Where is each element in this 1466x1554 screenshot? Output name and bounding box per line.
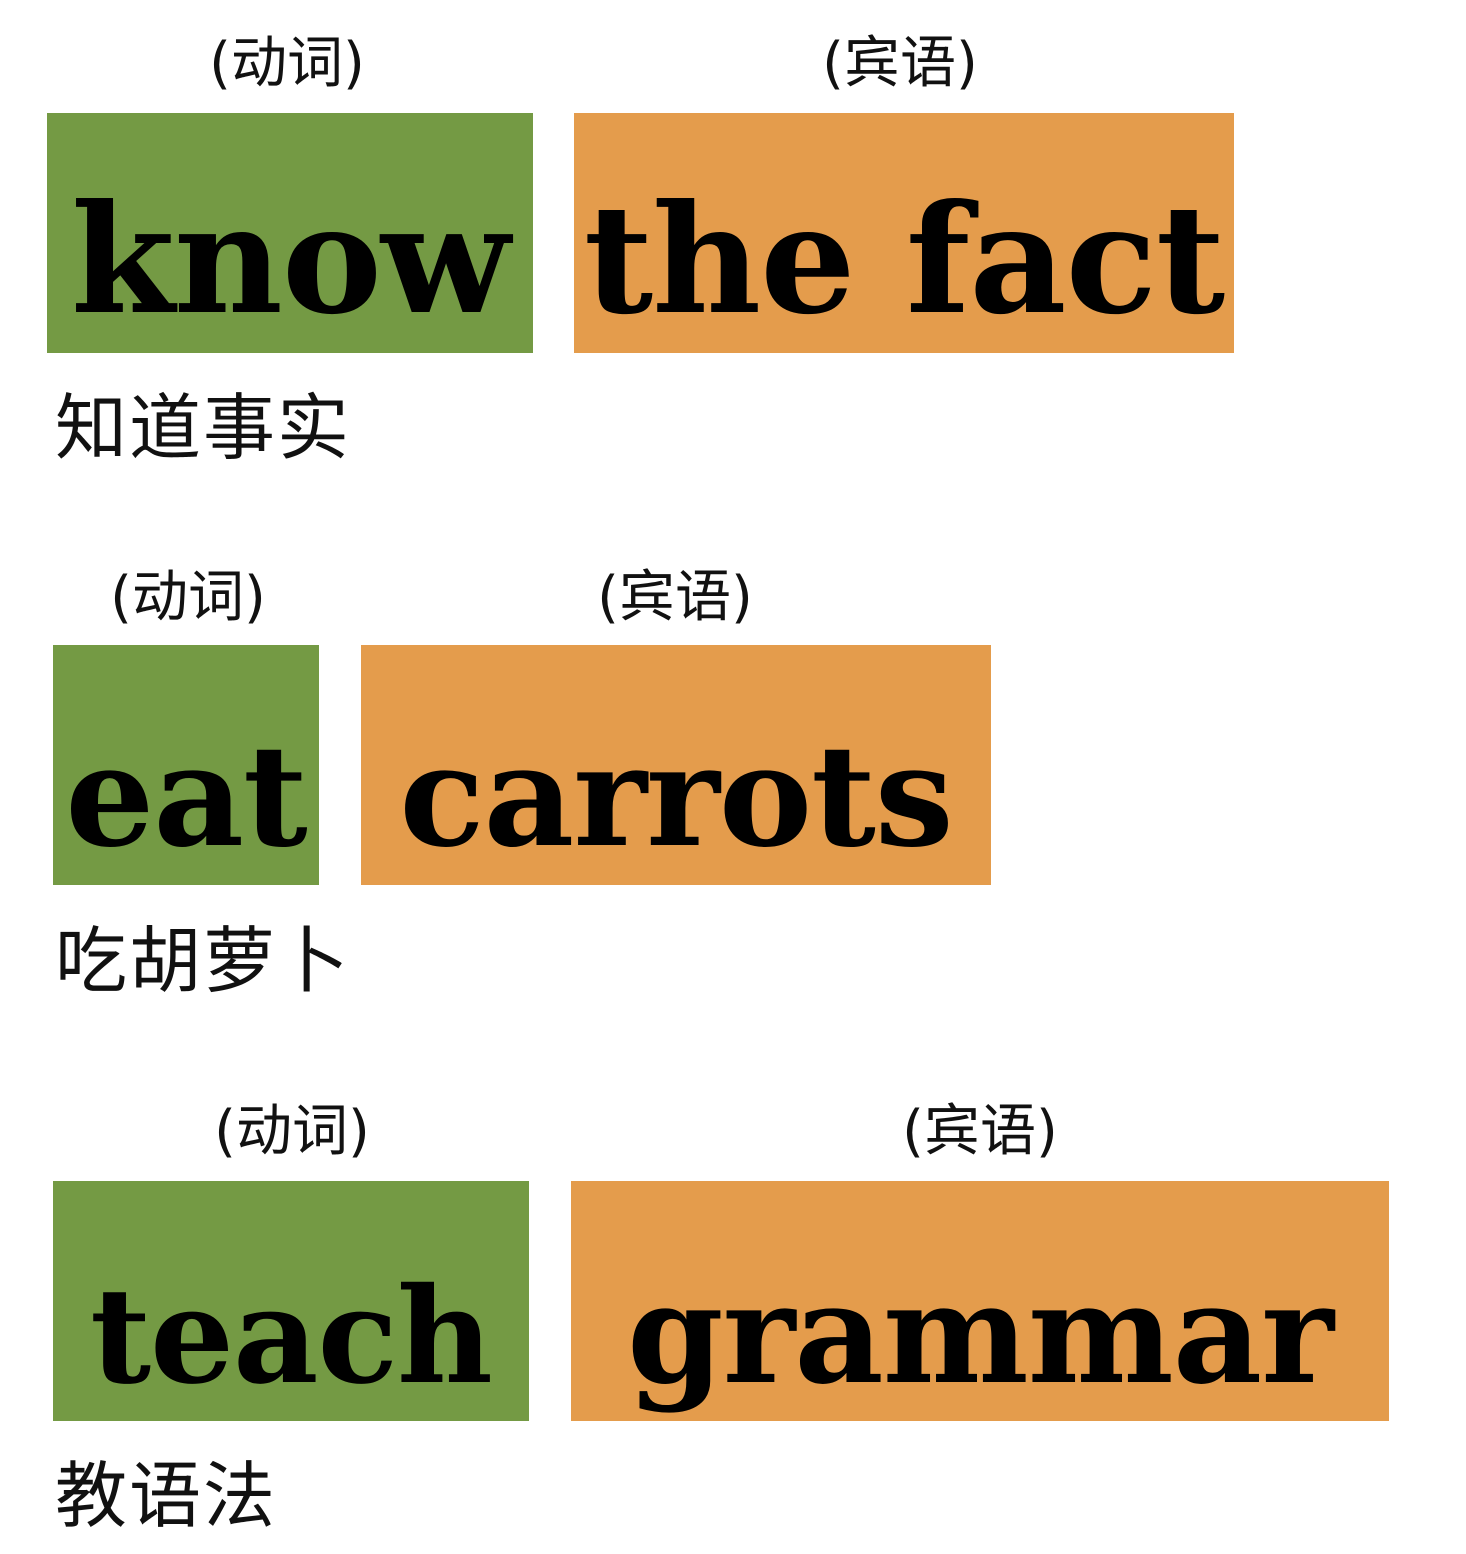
object-role-label: (宾语) — [822, 31, 978, 96]
object-word: grammar — [627, 1252, 1334, 1415]
verb-role-label: (动词) — [214, 1099, 370, 1164]
verb-role-label: (动词) — [209, 31, 365, 96]
object-block: the fact — [574, 113, 1234, 353]
verb-block: eat — [53, 645, 319, 885]
translation-text: 吃胡萝卜 — [55, 919, 352, 1003]
verb-role-label: (动词) — [110, 565, 266, 630]
object-block: carrots — [361, 645, 991, 885]
verb-word: know — [70, 172, 510, 348]
translation-text: 教语法 — [55, 1454, 278, 1538]
object-role-label: (宾语) — [597, 565, 753, 630]
verb-block: know — [47, 113, 533, 353]
object-word: carrots — [399, 715, 953, 879]
verb-word: teach — [90, 1259, 493, 1414]
object-role-label: (宾语) — [902, 1099, 1058, 1164]
object-block: grammar — [571, 1181, 1389, 1421]
verb-word: eat — [65, 715, 307, 879]
translation-text: 知道事实 — [55, 386, 352, 470]
object-word: the fact — [583, 172, 1225, 348]
verb-block: teach — [53, 1181, 529, 1421]
